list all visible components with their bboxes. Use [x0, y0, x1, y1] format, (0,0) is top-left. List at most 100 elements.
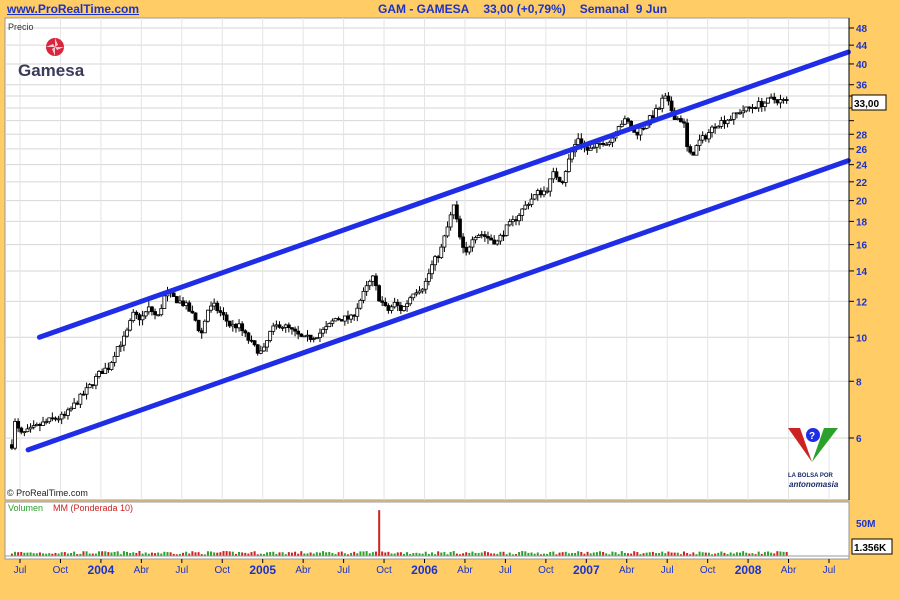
candle-body	[408, 297, 413, 305]
candle-body	[439, 246, 444, 258]
candle-body	[342, 315, 347, 322]
candle-body	[542, 190, 546, 196]
candle-body	[498, 234, 503, 242]
candle-body	[420, 288, 425, 292]
candle-body	[252, 340, 257, 346]
volume-bar	[707, 552, 710, 556]
volume-bar	[241, 552, 244, 556]
candle-body	[383, 301, 388, 306]
volume-bar	[269, 551, 272, 556]
volume-bar	[692, 552, 695, 556]
candle-body	[433, 256, 437, 266]
volume-bar	[359, 551, 362, 556]
candle-body	[302, 335, 307, 338]
candle-body	[84, 387, 89, 395]
candle-body	[19, 427, 24, 433]
volume-bar	[561, 552, 564, 556]
candle-body	[501, 234, 506, 237]
candle-body	[339, 319, 344, 322]
candle-body	[215, 302, 220, 312]
last-price-box: 33,00	[851, 94, 887, 111]
y-tick-label: 40	[856, 60, 868, 71]
candle-body	[451, 204, 456, 216]
candle-body	[47, 417, 52, 423]
candle-body	[196, 319, 201, 332]
candle-body	[174, 296, 179, 304]
candle-body	[454, 204, 459, 220]
candle-body	[675, 118, 680, 120]
last-price-value: 33,00	[854, 99, 879, 110]
candle-body	[389, 306, 394, 311]
price-axis: 6 8 10 12 14 16 18 20 22 24 26 28 36 40 44 48	[848, 18, 868, 500]
candle-body	[106, 367, 111, 370]
y-tick-label: 14	[856, 267, 868, 278]
candle-body	[153, 311, 157, 316]
volume-bar	[443, 552, 446, 556]
volume-bar	[163, 551, 166, 556]
volume-ma-label: MM (Ponderada 10)	[53, 503, 133, 513]
candle-body	[650, 115, 655, 119]
volume-bar	[486, 552, 489, 556]
candle-body	[458, 218, 462, 238]
candle-body	[171, 292, 176, 297]
volume-bar	[739, 552, 742, 556]
volume-bar	[558, 552, 561, 556]
candle-body	[199, 330, 204, 334]
candle-body	[781, 99, 786, 101]
volume-bar	[483, 551, 486, 556]
volume-bar	[440, 552, 443, 556]
volume-bar	[104, 551, 107, 556]
volume-bar	[648, 552, 651, 556]
candle-body	[719, 120, 724, 127]
candle-body	[548, 178, 553, 192]
candle-body	[666, 95, 671, 102]
candle-body	[626, 118, 630, 122]
volume-bar	[745, 552, 748, 556]
volume-bar	[197, 552, 200, 556]
candle-body	[598, 142, 602, 145]
candle-body	[13, 421, 17, 449]
volume-bar	[290, 552, 293, 556]
candle-body	[594, 143, 599, 148]
volume-bar	[524, 551, 527, 556]
volume-bar	[300, 551, 303, 556]
volume-bar	[150, 552, 153, 556]
candle-body	[134, 311, 139, 316]
copyright-label: © ProRealTime.com	[7, 488, 88, 498]
svg-text:?: ?	[809, 431, 815, 442]
candle-body	[775, 99, 780, 104]
y-tick-label: 26	[856, 145, 868, 156]
candle-body	[290, 327, 294, 330]
candle-body	[137, 314, 142, 321]
candle-body	[249, 339, 254, 342]
y-tick-label: 8	[856, 377, 862, 388]
candle-body	[53, 417, 58, 420]
candle-body	[181, 300, 185, 306]
x-tick-label: 2007	[573, 563, 600, 577]
volume-bar	[278, 552, 281, 556]
candle-body	[246, 332, 251, 341]
candle-body	[461, 236, 465, 248]
candle-body	[314, 337, 319, 340]
x-tick-label: Jul	[337, 565, 350, 576]
candle-body	[296, 330, 301, 335]
candle-body	[766, 97, 770, 104]
candle-body	[184, 302, 189, 306]
volume-bar	[396, 552, 399, 556]
candle-body	[538, 190, 543, 196]
volume-bar	[779, 551, 782, 556]
volume-bar	[98, 551, 101, 556]
x-tick-label: 2004	[88, 563, 115, 577]
candle-body	[722, 120, 727, 125]
volume-bar	[670, 552, 673, 556]
candle-body	[352, 314, 357, 317]
candle-body	[206, 309, 210, 322]
volume-axis-tick: 50M	[856, 519, 875, 530]
volume-bar	[452, 551, 455, 556]
candle-body	[156, 314, 161, 317]
candle-body	[87, 384, 92, 389]
candle-body	[377, 285, 381, 302]
candle-body	[725, 119, 730, 125]
volume-bar	[602, 552, 605, 556]
badge-line2: antonomasia	[789, 480, 839, 489]
